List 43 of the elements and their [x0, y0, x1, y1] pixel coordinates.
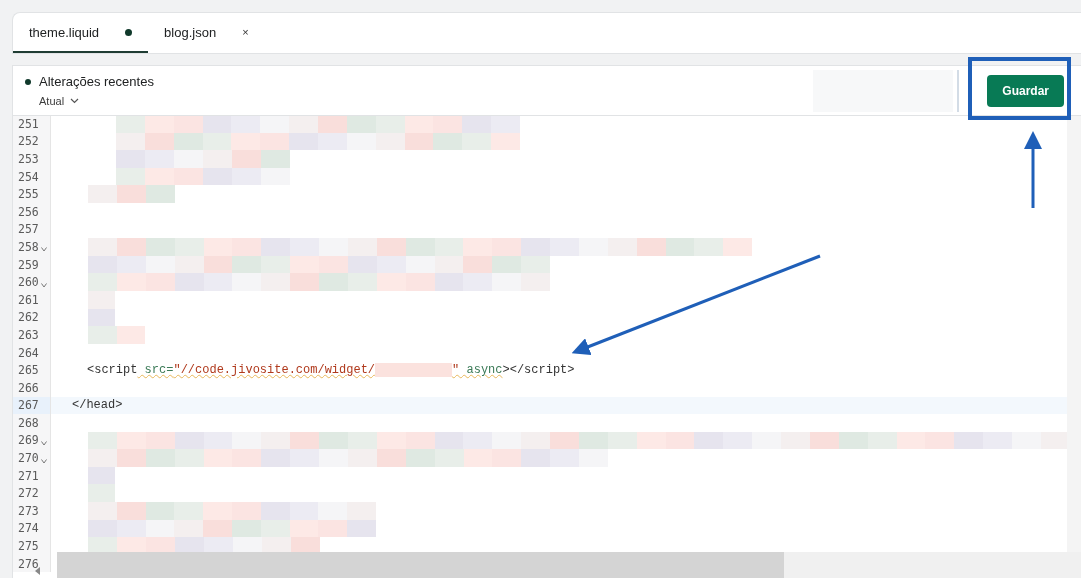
fold-chevron-icon[interactable] — [40, 282, 47, 288]
line-number: 273 — [18, 503, 39, 518]
horizontal-scrollbar[interactable] — [57, 552, 1081, 578]
status-label: Alterações recentes — [39, 74, 154, 89]
line-number: 272 — [18, 486, 39, 501]
line-number: 258 — [18, 239, 39, 254]
line-number: 252 — [18, 134, 39, 149]
version-dropdown[interactable]: Atual — [39, 95, 80, 107]
line-number: 253 — [18, 152, 39, 166]
line-number: 269 — [18, 433, 39, 448]
code-line: </head> — [72, 398, 123, 413]
line-number: 274 — [18, 521, 39, 536]
line-number: 264 — [18, 345, 39, 360]
fold-chevron-icon[interactable] — [40, 441, 47, 446]
vertical-scrollbar[interactable] — [1067, 116, 1081, 552]
close-tab-button[interactable]: × — [242, 26, 249, 38]
line-number: 266 — [18, 380, 39, 395]
line-number: 276 — [18, 556, 39, 571]
scroll-left-icon[interactable] — [33, 566, 43, 576]
code-line: <script src="//code.jivosite.com/widget/ " async></script> — [87, 363, 575, 378]
line-number: 270 — [18, 451, 39, 466]
chevron-down-icon — [70, 98, 80, 104]
line-number: 251 — [18, 116, 39, 131]
line-number: 267 — [18, 398, 39, 413]
editor-tab[interactable]: theme.liquid — [13, 13, 149, 53]
line-number: 261 — [18, 292, 39, 307]
line-number: 268 — [18, 415, 39, 430]
status-dot-icon — [25, 78, 31, 85]
line-number: 275 — [18, 539, 39, 554]
line-number: 271 — [18, 468, 39, 483]
line-number: 262 — [18, 310, 39, 325]
fold-chevron-icon[interactable] — [40, 247, 47, 253]
line-number: 259 — [18, 257, 39, 272]
editor-tab[interactable]: blog.json × — [148, 13, 265, 53]
line-number: 254 — [18, 169, 39, 184]
line-number: 260 — [18, 275, 39, 290]
line-number: 257 — [18, 222, 39, 237]
save-button[interactable]: Guardar — [987, 74, 1064, 107]
fold-chevron-icon[interactable] — [40, 458, 47, 464]
line-number: 255 — [18, 187, 39, 202]
line-number: 265 — [18, 363, 39, 378]
line-number: 256 — [18, 204, 39, 219]
line-number: 263 — [18, 327, 39, 342]
